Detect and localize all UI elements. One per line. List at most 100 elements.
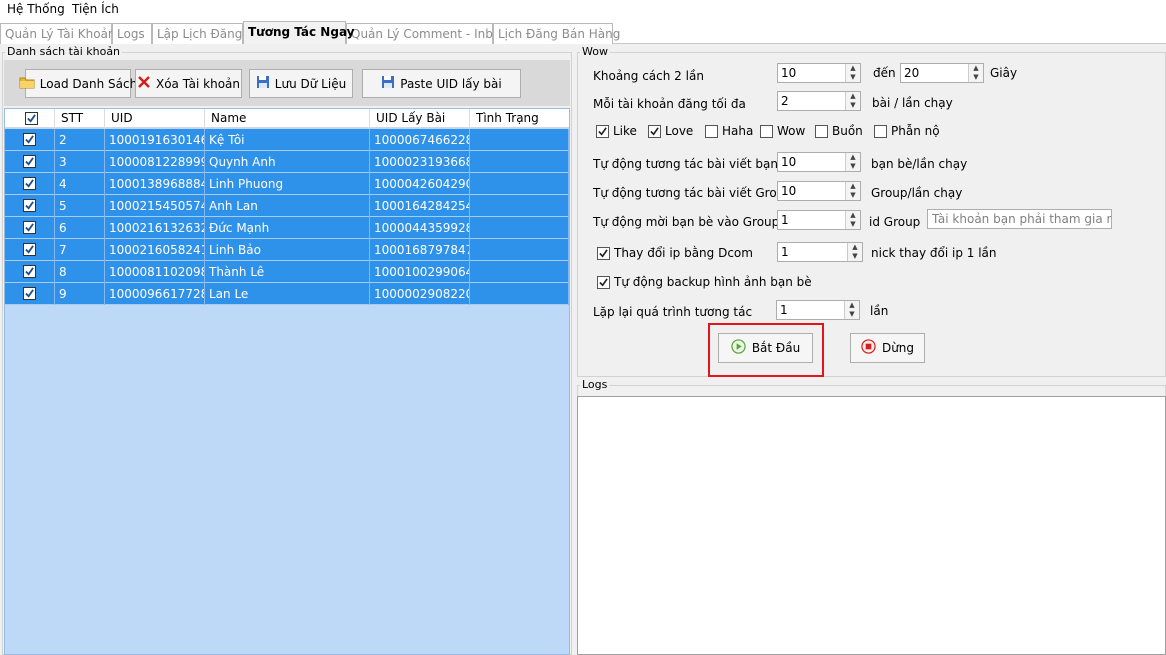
row-checkbox[interactable] [23, 155, 36, 168]
cell-uid[interactable]: 100021613263298 [105, 217, 205, 239]
table-row[interactable]: 2100019163014635Kệ Tôi100006746622828 [5, 129, 569, 151]
backup-checkbox[interactable]: Tự động backup hình ảnh bạn bè [597, 275, 812, 289]
select-all-checkbox[interactable] [25, 112, 38, 125]
cell-uid-lay-bai[interactable]: 100016428425400 [370, 195, 470, 217]
interval-from-input[interactable]: 10 ▲ ▼ [777, 63, 861, 83]
row-checkbox[interactable] [23, 221, 36, 234]
load-list-button[interactable]: Load Danh Sách [19, 69, 137, 98]
spinner-arrows-icon[interactable]: ▲ ▼ [845, 92, 860, 110]
cell-stt[interactable]: 5 [55, 195, 105, 217]
cell-stt[interactable]: 8 [55, 261, 105, 283]
row-select-cell[interactable] [5, 195, 55, 217]
reaction-checkbox-0[interactable]: Like [596, 124, 637, 138]
cell-uid[interactable]: 100008122899915 [105, 151, 205, 173]
spinner-arrows-icon[interactable]: ▲ ▼ [845, 64, 860, 82]
cell-name[interactable]: Kệ Tôi [205, 129, 370, 151]
interval-to-input[interactable]: 20 ▲ ▼ [900, 63, 984, 83]
spinner-arrows-icon[interactable]: ▲ ▼ [968, 64, 983, 82]
start-button[interactable]: Bắt Đầu [718, 333, 813, 363]
cell-tinh-trang[interactable] [470, 239, 569, 261]
tab-lap-lich-dang[interactable]: Lập Lịch Đăng [152, 23, 243, 44]
reaction-checkbox-2[interactable]: Haha [705, 124, 753, 138]
cell-tinh-trang[interactable] [470, 261, 569, 283]
repeat-input[interactable]: 1 ▲ ▼ [776, 300, 860, 320]
row-select-cell[interactable] [5, 261, 55, 283]
cell-name[interactable]: Đức Mạnh [205, 217, 370, 239]
header-name[interactable]: Name [205, 109, 370, 128]
cell-name[interactable]: Linh Phuong [205, 173, 370, 195]
menu-he-thong[interactable]: Hệ Thống [7, 2, 65, 16]
tab-logs[interactable]: Logs [112, 23, 152, 44]
save-data-button[interactable]: Lưu Dữ Liệu [249, 69, 353, 98]
table-row[interactable]: 9100009661772862Lan Le100000290822020 [5, 283, 569, 305]
table-row[interactable]: 5100021545057405Anh Lan100016428425400 [5, 195, 569, 217]
cell-uid-lay-bai[interactable]: 100006746622828 [370, 129, 470, 151]
header-tinh-trang[interactable]: Tình Trạng [470, 109, 569, 128]
table-row[interactable]: 8100008110209852Thành Lê100010029906455 [5, 261, 569, 283]
spinner-arrows-icon[interactable]: ▲ ▼ [847, 243, 862, 261]
cell-tinh-trang[interactable] [470, 283, 569, 305]
row-select-cell[interactable] [5, 283, 55, 305]
header-stt[interactable]: STT [55, 109, 105, 128]
stop-button[interactable]: Dừng [850, 333, 925, 363]
cell-name[interactable]: Linh Bảo [205, 239, 370, 261]
logs-textarea[interactable] [577, 396, 1166, 655]
tab-lich-dang-ban-hang[interactable]: Lịch Đăng Bán Hàng [493, 23, 620, 44]
cell-stt[interactable]: 9 [55, 283, 105, 305]
row-checkbox[interactable] [23, 199, 36, 212]
table-row[interactable]: 7100021605824131Linh Bảo100016879784773 [5, 239, 569, 261]
accounts-grid[interactable]: STT UID Name UID Lấy Bài Tình Trạng 2 100… [4, 108, 570, 655]
spinner-arrows-icon[interactable]: ▲ ▼ [845, 153, 860, 171]
cell-uid[interactable]: 100021545057405 [105, 195, 205, 217]
row-select-cell[interactable] [5, 239, 55, 261]
table-row[interactable]: 6100021613263298Đức Mạnh100004435992834 [5, 217, 569, 239]
tab-tuong-tac-ngay[interactable]: Tương Tác Ngay [243, 21, 355, 44]
friends-input[interactable]: 10 ▲ ▼ [777, 152, 861, 172]
reaction-checkbox-4[interactable]: Buồn [815, 124, 863, 138]
cell-stt[interactable]: 2 [55, 129, 105, 151]
cell-uid-lay-bai[interactable]: 100004260429063 [370, 173, 470, 195]
group-id-field[interactable]: Tài khoản bạn phải tham gia nhóm... [927, 209, 1112, 229]
dcom-checkbox[interactable]: Thay đổi ip bằng Dcom [597, 246, 753, 260]
row-checkbox[interactable] [23, 287, 36, 300]
spinner-arrows-icon[interactable]: ▲ ▼ [845, 182, 860, 200]
cell-uid-lay-bai[interactable]: 100000290822020 [370, 283, 470, 305]
spinner-arrows-icon[interactable]: ▲ ▼ [845, 211, 860, 229]
max-posts-input[interactable]: 2 ▲ ▼ [777, 91, 861, 111]
cell-stt[interactable]: 3 [55, 151, 105, 173]
header-select-all[interactable] [5, 109, 55, 128]
cell-stt[interactable]: 4 [55, 173, 105, 195]
row-select-cell[interactable] [5, 129, 55, 151]
table-row[interactable]: 3100008122899915Quynh Anh100002319366816 [5, 151, 569, 173]
row-checkbox[interactable] [23, 265, 36, 278]
cell-name[interactable]: Lan Le [205, 283, 370, 305]
cell-name[interactable]: Thành Lê [205, 261, 370, 283]
cell-tinh-trang[interactable] [470, 217, 569, 239]
spinner-arrows-icon[interactable]: ▲ ▼ [844, 301, 859, 319]
header-uid-lay-bai[interactable]: UID Lấy Bài [370, 109, 470, 128]
cell-tinh-trang[interactable] [470, 195, 569, 217]
paste-uid-button[interactable]: Paste UID lấy bài [362, 69, 521, 98]
cell-stt[interactable]: 6 [55, 217, 105, 239]
reaction-checkbox-1[interactable]: Love [648, 124, 693, 138]
row-checkbox[interactable] [23, 243, 36, 256]
cell-uid[interactable]: 100021605824131 [105, 239, 205, 261]
cell-tinh-trang[interactable] [470, 173, 569, 195]
cell-uid-lay-bai[interactable]: 100010029906455 [370, 261, 470, 283]
cell-tinh-trang[interactable] [470, 129, 569, 151]
reaction-checkbox-3[interactable]: Wow [760, 124, 805, 138]
cell-name[interactable]: Quynh Anh [205, 151, 370, 173]
dcom-input[interactable]: 1 ▲ ▼ [777, 242, 863, 262]
row-select-cell[interactable] [5, 173, 55, 195]
cell-uid-lay-bai[interactable]: 100002319366816 [370, 151, 470, 173]
invite-input[interactable]: 1 ▲ ▼ [777, 210, 861, 230]
group-input[interactable]: 10 ▲ ▼ [777, 181, 861, 201]
tab-quan-ly-comment-inbox[interactable]: Quản Lý Comment - Inbox [346, 23, 507, 44]
cell-uid-lay-bai[interactable]: 100016879784773 [370, 239, 470, 261]
row-select-cell[interactable] [5, 217, 55, 239]
cell-uid[interactable]: 100008110209852 [105, 261, 205, 283]
cell-uid[interactable]: 100009661772862 [105, 283, 205, 305]
table-row[interactable]: 4100013896888486Linh Phuong1000042604290… [5, 173, 569, 195]
cell-tinh-trang[interactable] [470, 151, 569, 173]
cell-uid-lay-bai[interactable]: 100004435992834 [370, 217, 470, 239]
